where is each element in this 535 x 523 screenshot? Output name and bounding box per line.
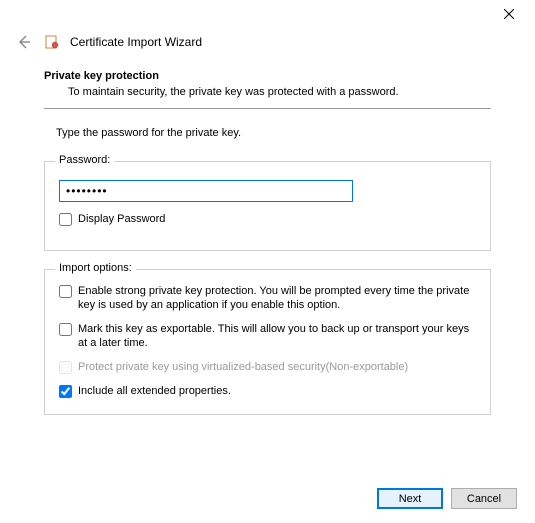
password-legend: Password:: [55, 154, 114, 166]
close-icon: [504, 9, 514, 19]
display-password-label: Display Password: [78, 212, 165, 226]
option-row: Include all extended properties.: [59, 384, 476, 398]
instruction-text: Type the password for the private key.: [56, 127, 491, 139]
import-options-legend: Import options:: [55, 262, 136, 274]
option-strong-protection-checkbox[interactable]: [59, 285, 72, 298]
back-button[interactable]: [14, 32, 34, 52]
password-input[interactable]: [59, 180, 353, 202]
option-strong-protection-label: Enable strong private key protection. Yo…: [78, 284, 476, 312]
display-password-checkbox[interactable]: [59, 213, 72, 226]
certificate-icon: [44, 34, 60, 50]
back-arrow-icon: [16, 34, 32, 50]
page-heading: Private key protection: [44, 70, 491, 82]
cancel-button[interactable]: Cancel: [451, 488, 517, 509]
password-group: Password: Display Password: [44, 161, 491, 251]
divider: [44, 108, 491, 109]
option-extended-props-label: Include all extended properties.: [78, 384, 231, 398]
option-exportable-checkbox[interactable]: [59, 323, 72, 336]
import-options-group: Import options: Enable strong private ke…: [44, 269, 491, 415]
option-row: Enable strong private key protection. Yo…: [59, 284, 476, 312]
close-button[interactable]: [491, 3, 527, 25]
wizard-title: Certificate Import Wizard: [70, 35, 202, 49]
page-subheading: To maintain security, the private key wa…: [68, 86, 491, 98]
next-button[interactable]: Next: [377, 488, 443, 509]
option-exportable-label: Mark this key as exportable. This will a…: [78, 322, 476, 350]
option-virtualized-checkbox: [59, 361, 72, 374]
option-virtualized-label: Protect private key using virtualized-ba…: [78, 360, 408, 374]
option-row: Protect private key using virtualized-ba…: [59, 360, 476, 374]
option-row: Mark this key as exportable. This will a…: [59, 322, 476, 350]
option-extended-props-checkbox[interactable]: [59, 385, 72, 398]
